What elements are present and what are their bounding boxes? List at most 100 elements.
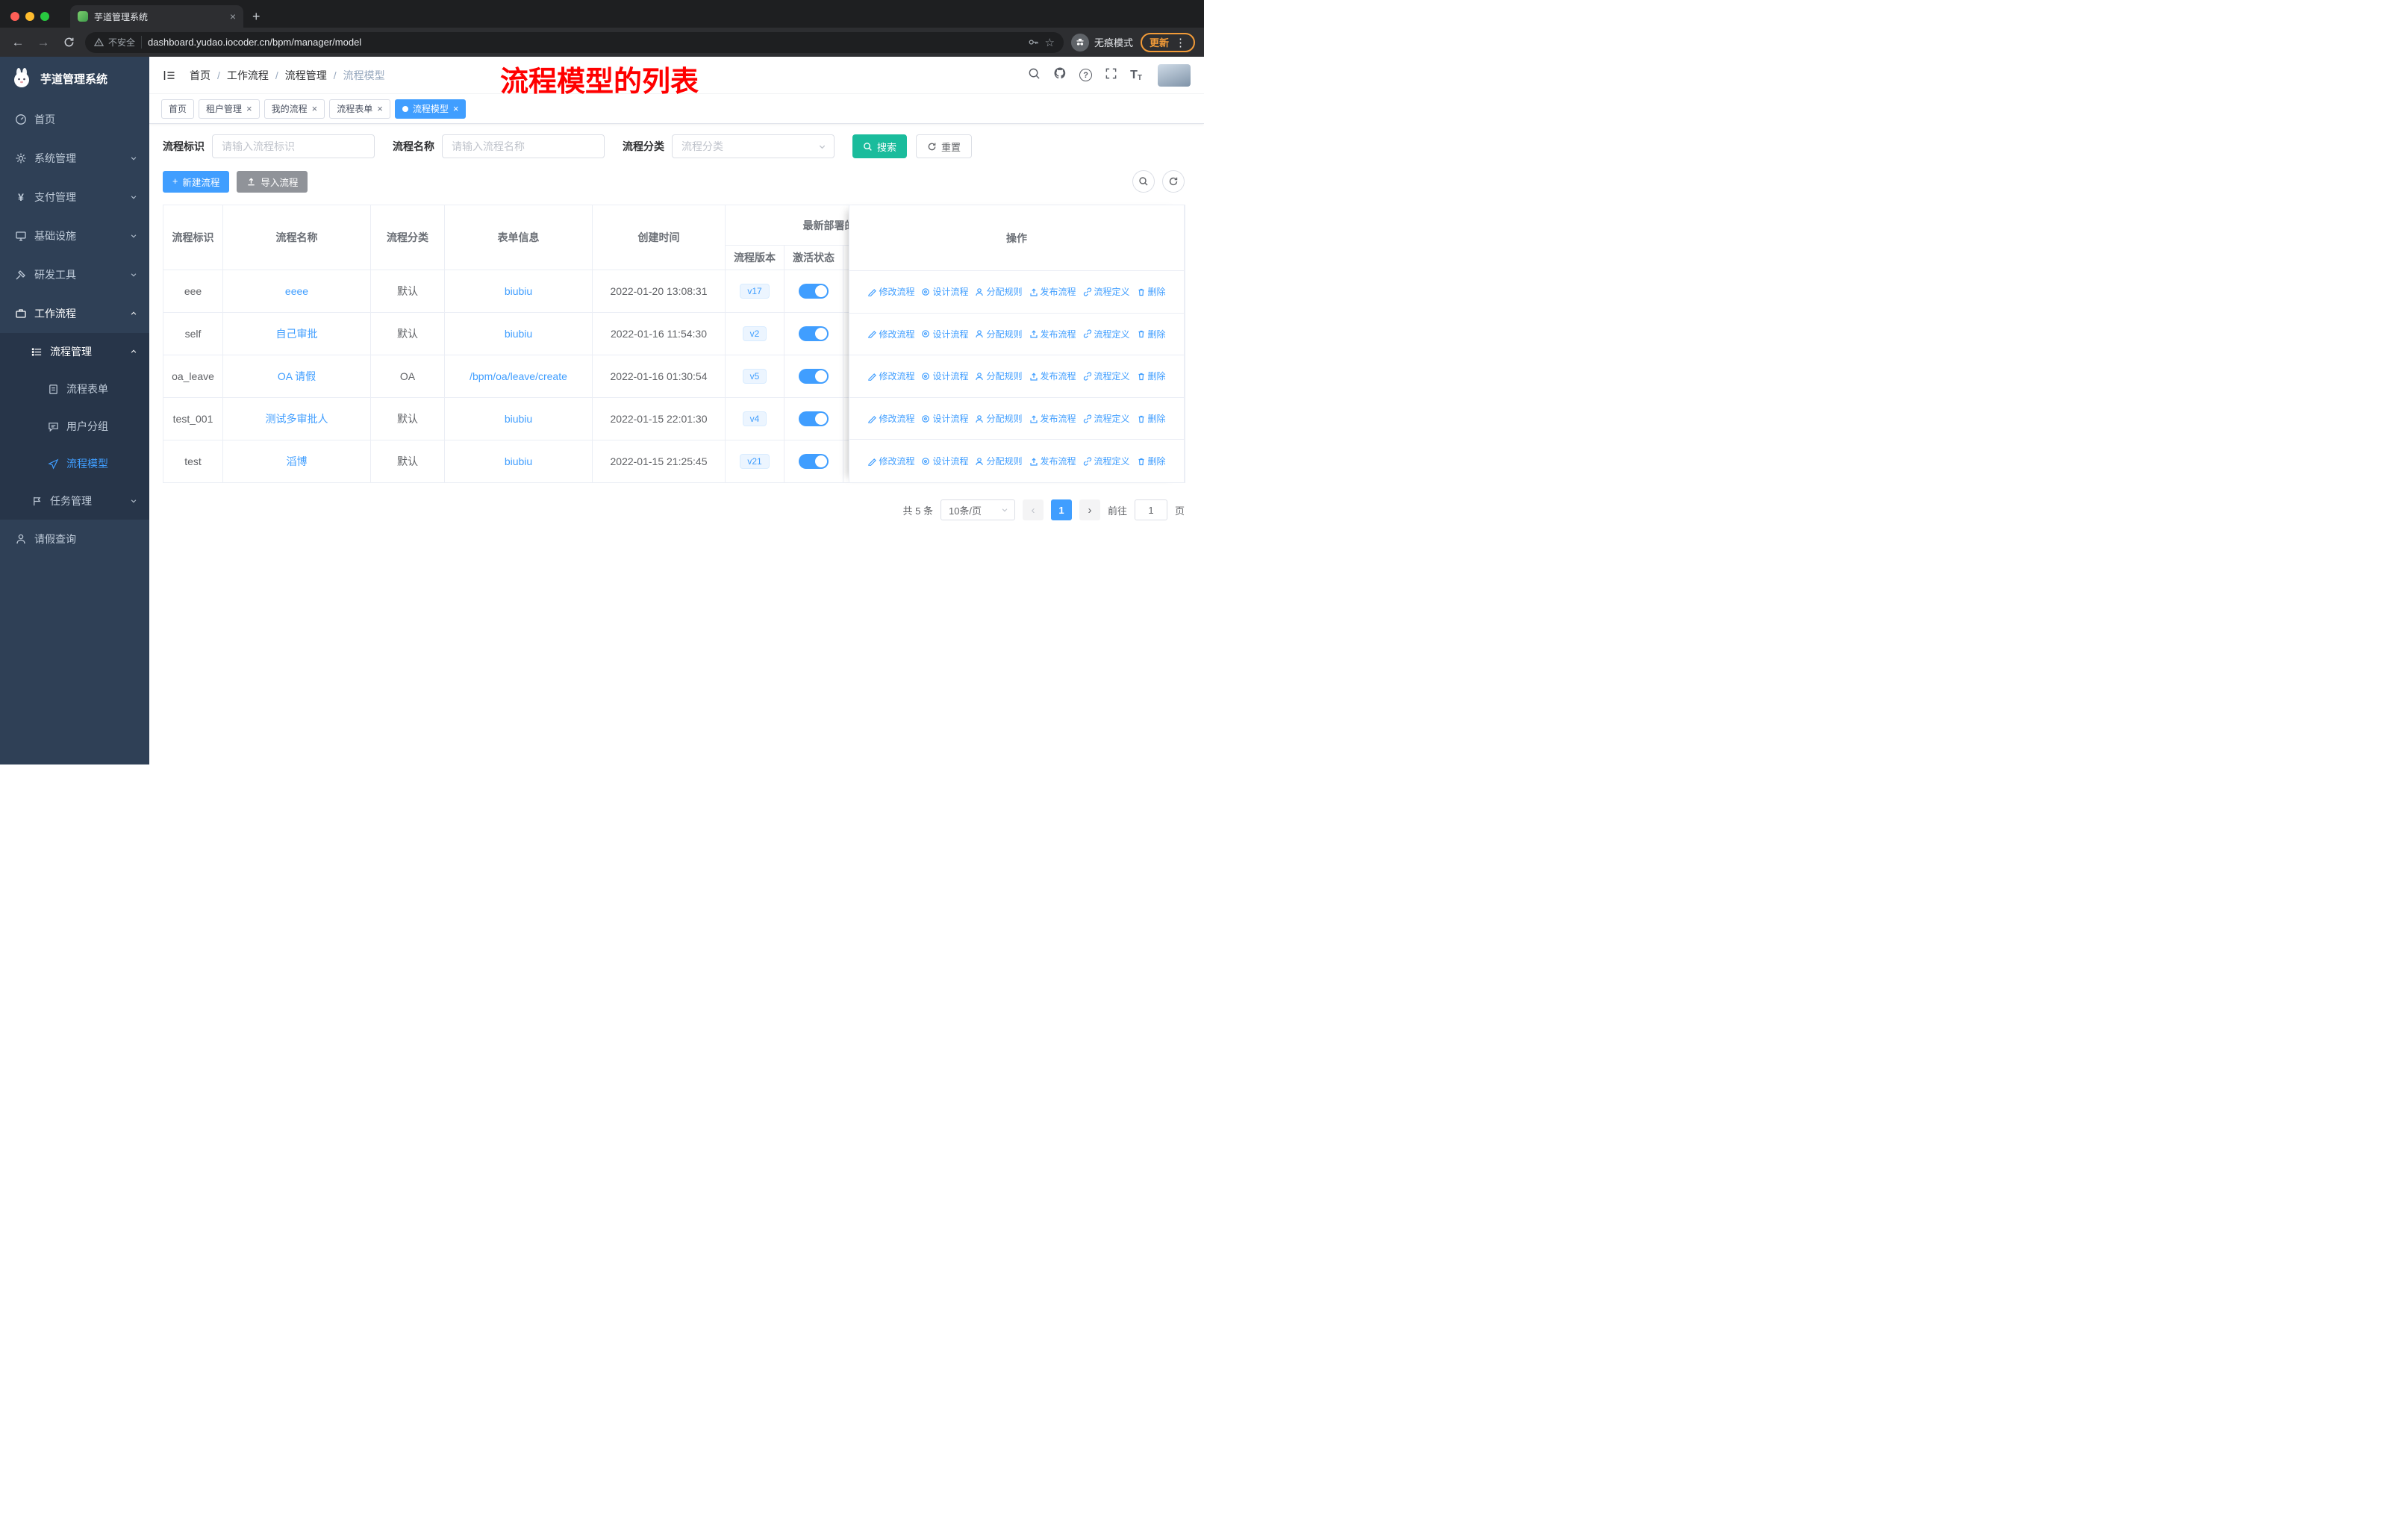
design-process-link[interactable]: 设计流程 — [921, 370, 968, 382]
publish-process-link[interactable]: 发布流程 — [1029, 370, 1076, 382]
process-name-link[interactable]: 滔博 — [287, 455, 308, 467]
close-icon[interactable]: × — [312, 103, 318, 114]
sidebar-item-user-group[interactable]: 用户分组 — [0, 408, 149, 445]
breadcrumb-home[interactable]: 首页 — [190, 68, 210, 83]
edit-process-link[interactable]: 修改流程 — [867, 370, 914, 382]
create-process-button[interactable]: + 新建流程 — [163, 170, 230, 193]
search-icon[interactable] — [1028, 67, 1041, 84]
edit-process-link[interactable]: 修改流程 — [867, 455, 914, 467]
delete-process-link[interactable]: 删除 — [1137, 455, 1166, 467]
sidebar-item-workflow[interactable]: 工作流程 — [0, 294, 149, 333]
browser-tab[interactable]: 芋道管理系统 × — [70, 5, 243, 28]
assign-rule-link[interactable]: 分配规则 — [975, 285, 1023, 298]
sidebar-item-devtools[interactable]: 研发工具 — [0, 255, 149, 294]
browser-update-button[interactable]: 更新 ⋮ — [1140, 32, 1195, 52]
tag-process-model[interactable]: 流程模型 × — [394, 99, 467, 119]
forward-button[interactable]: → — [34, 35, 52, 50]
process-name-link[interactable]: OA 请假 — [278, 370, 316, 382]
active-toggle[interactable] — [799, 454, 829, 469]
design-process-link[interactable]: 设计流程 — [921, 412, 968, 425]
prev-page-button[interactable]: ‹ — [1022, 499, 1044, 520]
sidebar-item-process-form[interactable]: 流程表单 — [0, 370, 149, 408]
design-process-link[interactable]: 设计流程 — [921, 285, 968, 298]
process-definition-link[interactable]: 流程定义 — [1083, 328, 1130, 340]
publish-process-link[interactable]: 发布流程 — [1029, 328, 1076, 340]
process-id-input[interactable] — [212, 134, 375, 158]
active-toggle[interactable] — [799, 284, 829, 299]
sidebar-item-infrastructure[interactable]: 基础设施 — [0, 217, 149, 255]
active-toggle[interactable] — [799, 326, 829, 341]
form-info-link[interactable]: biubiu — [505, 285, 532, 297]
process-category-select[interactable]: 流程分类 — [672, 134, 835, 158]
password-key-icon[interactable] — [1028, 37, 1039, 48]
import-process-button[interactable]: 导入流程 — [237, 170, 308, 193]
form-info-link[interactable]: /bpm/oa/leave/create — [470, 370, 567, 382]
user-avatar[interactable] — [1158, 63, 1191, 87]
tag-home[interactable]: 首页 — [161, 99, 195, 119]
active-toggle[interactable] — [799, 411, 829, 426]
search-button[interactable]: 搜索 — [852, 134, 908, 158]
security-chip[interactable]: 不安全 — [94, 36, 143, 49]
tag-tenant-management[interactable]: 租户管理 × — [199, 99, 260, 119]
process-definition-link[interactable]: 流程定义 — [1083, 285, 1130, 298]
tag-process-form[interactable]: 流程表单 × — [329, 99, 390, 119]
reset-button[interactable]: 重置 — [916, 134, 973, 158]
version-badge[interactable]: v17 — [740, 284, 770, 299]
edit-process-link[interactable]: 修改流程 — [867, 412, 914, 425]
sidebar-item-leave-query[interactable]: 请假查询 — [0, 520, 149, 558]
process-name-link[interactable]: 测试多审批人 — [266, 413, 328, 425]
process-name-link[interactable]: 自己审批 — [276, 328, 318, 340]
sidebar-item-task-management[interactable]: 任务管理 — [0, 482, 149, 520]
browser-menu-icon[interactable]: ⋮ — [1175, 36, 1186, 49]
edit-process-link[interactable]: 修改流程 — [867, 285, 914, 298]
process-definition-link[interactable]: 流程定义 — [1083, 455, 1130, 467]
new-tab-button[interactable]: + — [243, 9, 271, 28]
sidebar-fold-icon[interactable] — [163, 69, 176, 82]
publish-process-link[interactable]: 发布流程 — [1029, 455, 1076, 467]
publish-process-link[interactable]: 发布流程 — [1029, 412, 1076, 425]
close-window-button[interactable] — [10, 12, 19, 21]
process-definition-link[interactable]: 流程定义 — [1083, 412, 1130, 425]
assign-rule-link[interactable]: 分配规则 — [975, 328, 1023, 340]
zoom-window-button[interactable] — [40, 12, 49, 21]
assign-rule-link[interactable]: 分配规则 — [975, 370, 1023, 382]
breadcrumb-workflow[interactable]: 工作流程 — [227, 68, 269, 83]
close-icon[interactable]: × — [453, 103, 459, 114]
assign-rule-link[interactable]: 分配规则 — [975, 412, 1023, 425]
process-name-link[interactable]: eeee — [285, 285, 308, 297]
delete-process-link[interactable]: 删除 — [1137, 412, 1166, 425]
active-toggle[interactable] — [799, 369, 829, 384]
goto-page-input[interactable] — [1134, 499, 1167, 520]
design-process-link[interactable]: 设计流程 — [921, 455, 968, 467]
version-badge[interactable]: v4 — [742, 411, 767, 426]
sidebar-item-process-model[interactable]: 流程模型 — [0, 445, 149, 482]
close-icon[interactable]: × — [377, 103, 383, 114]
form-info-link[interactable]: biubiu — [505, 455, 532, 467]
delete-process-link[interactable]: 删除 — [1137, 370, 1166, 382]
version-badge[interactable]: v2 — [742, 326, 767, 341]
back-button[interactable]: ← — [9, 35, 27, 50]
edit-process-link[interactable]: 修改流程 — [867, 328, 914, 340]
sidebar-item-process-management[interactable]: 流程管理 — [0, 333, 149, 370]
sidebar-item-system[interactable]: 系统管理 — [0, 139, 149, 178]
reload-button[interactable] — [60, 37, 78, 48]
fullscreen-icon[interactable] — [1105, 67, 1117, 84]
design-process-link[interactable]: 设计流程 — [921, 328, 968, 340]
font-size-icon[interactable]: TT — [1130, 69, 1142, 82]
page-size-select[interactable]: 10条/页 — [940, 499, 1015, 520]
tag-my-process[interactable]: 我的流程 × — [263, 99, 325, 119]
version-badge[interactable]: v21 — [740, 454, 770, 469]
toggle-search-button[interactable] — [1132, 170, 1155, 193]
close-icon[interactable]: × — [246, 103, 252, 114]
form-info-link[interactable]: biubiu — [505, 328, 532, 340]
process-definition-link[interactable]: 流程定义 — [1083, 370, 1130, 382]
address-bar[interactable]: 不安全 dashboard.yudao.iocoder.cn/bpm/manag… — [85, 31, 1064, 53]
form-info-link[interactable]: biubiu — [505, 413, 532, 425]
process-name-input[interactable] — [442, 134, 605, 158]
delete-process-link[interactable]: 删除 — [1137, 285, 1166, 298]
next-page-button[interactable]: › — [1079, 499, 1100, 520]
refresh-table-button[interactable] — [1162, 170, 1185, 193]
tab-close-icon[interactable]: × — [230, 10, 236, 22]
breadcrumb-process-management[interactable]: 流程管理 — [285, 68, 327, 83]
delete-process-link[interactable]: 删除 — [1137, 328, 1166, 340]
